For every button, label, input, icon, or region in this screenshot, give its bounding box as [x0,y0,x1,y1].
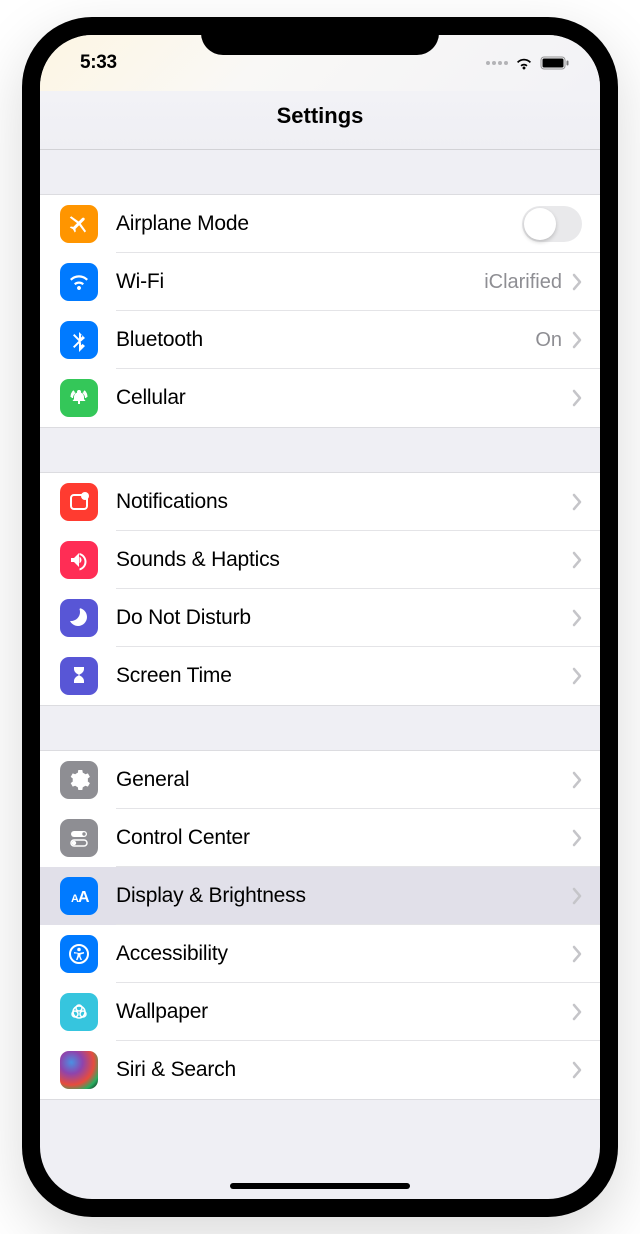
wifi-icon [60,263,98,301]
row-cellular[interactable]: Cellular [40,369,600,427]
row-label: Siri & Search [98,1058,572,1082]
notch [201,17,439,55]
row-detail: iClarified [484,271,572,294]
battery-status-icon [540,56,570,70]
chevron-right-icon [572,331,600,349]
gear-icon [60,761,98,799]
row-control-center[interactable]: Control Center [40,809,600,867]
textsize-icon [60,877,98,915]
notifications-icon [60,483,98,521]
chevron-right-icon [572,667,600,685]
row-airplane[interactable]: Airplane Mode [40,195,600,253]
row-bluetooth[interactable]: BluetoothOn [40,311,600,369]
wallpaper-icon [60,993,98,1031]
accessibility-icon [60,935,98,973]
chevron-right-icon [572,273,600,291]
row-label: Control Center [98,826,572,850]
row-label: Airplane Mode [98,212,522,236]
cellular-icon [60,379,98,417]
chevron-right-icon [572,1003,600,1021]
row-sounds[interactable]: Sounds & Haptics [40,531,600,589]
row-wifi[interactable]: Wi-FiiClarified [40,253,600,311]
page-title: Settings [40,103,600,129]
row-siri[interactable]: Siri & Search [40,1041,600,1099]
chevron-right-icon [572,887,600,905]
bluetooth-icon [60,321,98,359]
status-icons [486,56,570,71]
chevron-right-icon [572,493,600,511]
row-accessibility[interactable]: Accessibility [40,925,600,983]
row-label: Display & Brightness [98,884,572,908]
group-spacer [40,428,600,472]
row-general[interactable]: General [40,751,600,809]
group-spacer [40,150,600,194]
row-dnd[interactable]: Do Not Disturb [40,589,600,647]
settings-group: General Control Center Display & Brightnes… [40,750,600,1100]
row-detail: On [535,329,572,352]
chevron-right-icon [572,551,600,569]
row-screentime[interactable]: Screen Time [40,647,600,705]
row-label: Screen Time [98,664,572,688]
chevron-right-icon [572,771,600,789]
page-header: Settings [40,91,600,150]
settings-content[interactable]: Airplane ModeWi-FiiClarifiedBluetoothOnC… [40,150,600,1193]
row-label: Bluetooth [98,328,535,352]
sounds-icon [60,541,98,579]
screen: 5:33 Settings Airplane Mode Wi-FiiClarifi… [40,35,600,1199]
row-label: Sounds & Haptics [98,548,572,572]
group-spacer [40,706,600,750]
toggles-icon [60,819,98,857]
row-wallpaper[interactable]: Wallpaper [40,983,600,1041]
row-label: Cellular [98,386,572,410]
row-label: Wallpaper [98,1000,572,1024]
cellular-dots-icon [486,61,508,65]
row-label: Notifications [98,490,572,514]
settings-group: Notifications Sounds & Haptics Do Not Dist… [40,472,600,706]
airplane-toggle[interactable] [522,206,582,242]
settings-group: Airplane ModeWi-FiiClarifiedBluetoothOnC… [40,194,600,428]
airplane-icon [60,205,98,243]
row-notifications[interactable]: Notifications [40,473,600,531]
siri-icon [60,1051,98,1089]
wifi-status-icon [514,56,534,71]
chevron-right-icon [572,945,600,963]
device-frame: 5:33 Settings Airplane Mode Wi-FiiClarifi… [22,17,618,1217]
home-indicator[interactable] [230,1183,410,1189]
row-label: Wi-Fi [98,270,484,294]
row-display[interactable]: Display & Brightness [40,867,600,925]
row-label: General [98,768,572,792]
chevron-right-icon [572,609,600,627]
moon-icon [60,599,98,637]
status-time: 5:33 [80,52,117,74]
chevron-right-icon [572,389,600,407]
hourglass-icon [60,657,98,695]
chevron-right-icon [572,1061,600,1079]
row-label: Do Not Disturb [98,606,572,630]
chevron-right-icon [572,829,600,847]
row-label: Accessibility [98,942,572,966]
